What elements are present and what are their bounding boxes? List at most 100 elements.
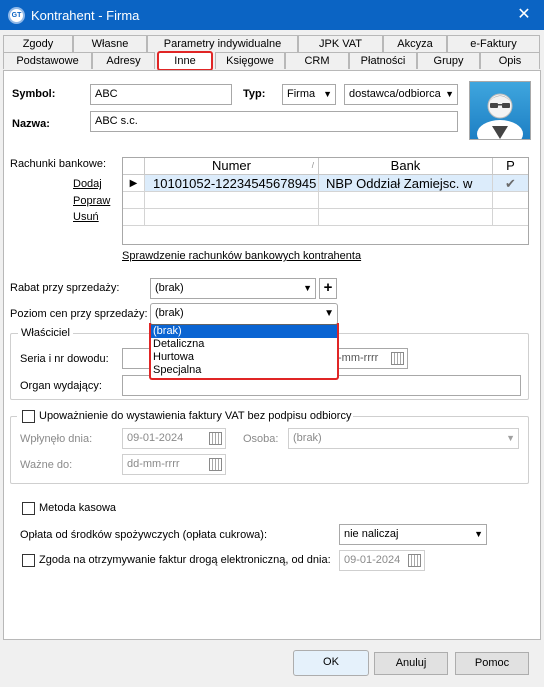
chevron-down-icon: ▼	[323, 89, 332, 99]
tab-platnosci[interactable]: Płatności	[349, 52, 417, 69]
wazne-date-input[interactable]: dd-mm-rrrr	[122, 454, 226, 475]
title-bar: GT Kontrahent - Firma ✕	[0, 0, 544, 30]
poziom-cen-select-value: (brak)	[155, 307, 184, 319]
chevron-down-icon: ▼	[474, 529, 483, 539]
table-cell-empty	[319, 209, 493, 226]
tab-grupy[interactable]: Grupy	[417, 52, 480, 69]
poziom-cen-select[interactable]: (brak) ▼	[150, 303, 338, 325]
wlasciciel-legend: Właściciel	[18, 327, 73, 339]
calendar-icon[interactable]	[391, 352, 404, 365]
nazwa-input[interactable]: ABC s.c.	[90, 111, 458, 132]
window-title: Kontrahent - Firma	[31, 8, 140, 23]
avatar[interactable]	[469, 81, 531, 148]
table-row-empty	[123, 209, 145, 226]
typ2-select[interactable]: dostawca/odbiorca ▼	[344, 84, 458, 105]
tab-wlasne[interactable]: Własne	[73, 35, 147, 52]
wplynelo-label: Wpłynęło dnia:	[20, 433, 93, 445]
tab-opis[interactable]: Opis	[480, 52, 540, 69]
osoba-select[interactable]: (brak) ▼	[288, 428, 519, 449]
typ-select-value: Firma	[287, 88, 316, 100]
pomoc-button[interactable]: Pomoc	[455, 652, 529, 675]
oplata-label: Opłata od środków spożywczych (opłata cu…	[20, 529, 267, 541]
oplata-select[interactable]: nie naliczaj ▼	[339, 524, 487, 545]
table-cell-empty	[493, 192, 528, 209]
wplynelo-date-value: 09-01-2024	[127, 432, 184, 444]
bank-accounts-table[interactable]: Numer / Bank P ▶ 10101052-12234545678945 …	[122, 157, 529, 245]
dodaj-link[interactable]: Dodaj	[73, 178, 102, 190]
wazne-date-value: dd-mm-rrrr	[127, 458, 180, 470]
rabat-select-value: (brak)	[155, 282, 184, 294]
symbol-input[interactable]: ABC	[90, 84, 232, 105]
zgoda-checkbox[interactable]	[22, 554, 35, 567]
row-marker-icon: ▶	[123, 175, 145, 192]
metoda-kasowa-label: Metoda kasowa	[39, 502, 117, 514]
rabat-label: Rabat przy sprzedaży:	[10, 282, 120, 294]
zgoda-date-input[interactable]: 09-01-2024	[339, 550, 425, 571]
tab-podstawowe[interactable]: Podstawowe	[3, 52, 92, 69]
rachunki-label: Rachunki bankowe:	[10, 158, 107, 170]
table-header-bank[interactable]: Bank	[319, 158, 493, 175]
typ2-select-value: dostawca/odbiorca	[349, 88, 441, 100]
table-header-numer[interactable]: Numer /	[145, 158, 319, 175]
tab-adresy[interactable]: Adresy	[92, 52, 155, 69]
rabat-add-button[interactable]: +	[319, 278, 337, 299]
sort-icon: /	[311, 161, 314, 170]
table-header-corner	[123, 158, 145, 175]
ok-button[interactable]: OK	[293, 650, 369, 676]
tab-zgody[interactable]: Zgody	[3, 35, 73, 52]
tab-crm[interactable]: CRM	[285, 52, 349, 69]
tab-jpk-vat[interactable]: JPK VAT	[298, 35, 383, 52]
chevron-down-icon: ▼	[324, 308, 334, 319]
typ-select[interactable]: Firma ▼	[282, 84, 336, 105]
close-icon[interactable]: ✕	[511, 4, 537, 26]
tab-parametry-indywidualne[interactable]: Parametry indywidualne	[147, 35, 298, 52]
organ-label: Organ wydający:	[20, 380, 102, 392]
chevron-down-icon: ▼	[445, 89, 454, 99]
zgoda-label: Zgoda na otrzymywanie faktur drogą elekt…	[39, 554, 331, 566]
table-cell-empty	[319, 192, 493, 209]
table-cell-empty	[145, 209, 319, 226]
dropdown-highlight	[149, 323, 339, 380]
popraw-link[interactable]: Popraw	[73, 195, 110, 207]
tab-ksiegowe[interactable]: Księgowe	[215, 52, 285, 69]
table-cell-empty	[145, 192, 319, 209]
oplata-select-value: nie naliczaj	[344, 528, 399, 540]
anuluj-button[interactable]: Anuluj	[374, 652, 448, 675]
rabat-select[interactable]: (brak) ▼	[150, 278, 316, 299]
table-cell-bank[interactable]: NBP Oddział Zamiejsc. w	[319, 175, 493, 192]
app-icon: GT	[8, 7, 25, 24]
chevron-down-icon: ▼	[303, 283, 312, 293]
metoda-kasowa-checkbox[interactable]	[22, 502, 35, 515]
upowaznienie-group	[10, 416, 529, 484]
typ-label: Typ:	[243, 88, 266, 100]
nazwa-label: Nazwa:	[12, 118, 50, 130]
tab-e-faktury[interactable]: e-Faktury	[447, 35, 540, 52]
tab-inne[interactable]: Inne	[157, 51, 213, 71]
zgoda-date-value: 09-01-2024	[344, 554, 401, 566]
header-numer-label: Numer	[211, 158, 251, 173]
osoba-select-value: (brak)	[293, 432, 322, 444]
calendar-icon[interactable]	[408, 554, 421, 567]
wplynelo-date-input[interactable]: 09-01-2024	[122, 428, 226, 449]
poziom-cen-label: Poziom cen przy sprzedaży:	[10, 308, 148, 320]
usun-link[interactable]: Usuń	[73, 211, 99, 223]
sprawdzenie-rachunkow-link[interactable]: Sprawdzenie rachunków bankowych kontrahe…	[122, 250, 361, 262]
upowaznienie-label: Upoważnienie do wystawienia faktury VAT …	[39, 410, 352, 422]
upowaznienie-checkbox[interactable]	[22, 410, 35, 423]
table-cell-p-check-icon[interactable]: ✔	[493, 175, 528, 192]
avatar-person-icon	[477, 93, 523, 148]
seria-label: Seria i nr dowodu:	[20, 353, 109, 365]
chevron-down-icon: ▼	[506, 433, 515, 443]
dowod-date-input[interactable]: -mm-rrrr	[333, 348, 408, 369]
symbol-label: Symbol:	[12, 88, 56, 100]
table-cell-numer[interactable]: 10101052-12234545678945	[145, 175, 319, 192]
calendar-icon[interactable]	[209, 458, 222, 471]
tab-akcyza[interactable]: Akcyza	[383, 35, 447, 52]
osoba-label: Osoba:	[243, 433, 279, 445]
table-row-empty	[123, 192, 145, 209]
calendar-icon[interactable]	[209, 432, 222, 445]
table-cell-empty	[493, 209, 528, 226]
wazne-label: Ważne do:	[20, 459, 73, 471]
dowod-date-value: -mm-rrrr	[338, 352, 379, 364]
table-header-p[interactable]: P	[493, 158, 528, 175]
